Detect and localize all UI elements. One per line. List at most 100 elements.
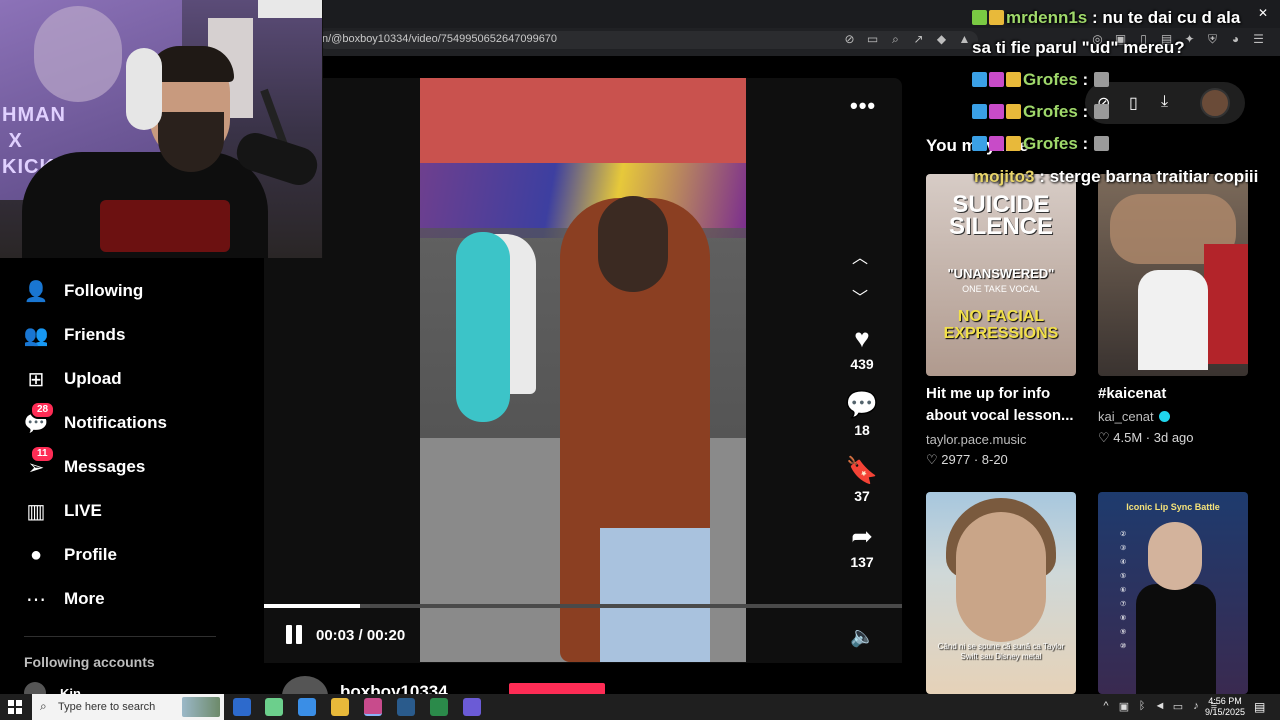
recommended-title[interactable]: Hit me up for info about vocal lesson... — [926, 383, 1086, 427]
share-button[interactable]: ➦ 137 — [836, 520, 888, 570]
steam-icon[interactable] — [397, 698, 415, 716]
chat-message: Grofes : — [972, 102, 1111, 122]
chat-badge-icon — [972, 136, 987, 151]
chat-emote-icon — [1094, 136, 1110, 151]
copilot-icon[interactable] — [265, 698, 283, 716]
profile-icon: ● — [29, 543, 43, 566]
tray-icon[interactable]: ▣ — [1118, 700, 1130, 713]
webcam-headset — [126, 48, 162, 130]
phone-icon[interactable]: ▯ — [1129, 93, 1138, 113]
notification-icon[interactable]: ▤ — [1254, 700, 1265, 714]
recommended-thumbnail[interactable] — [1098, 174, 1248, 376]
sidebar-item-following[interactable]: 👤 Following — [22, 277, 144, 305]
chat-text: : — [1082, 134, 1089, 153]
menu-icon[interactable]: ☰ — [1251, 32, 1266, 47]
comment-button[interactable]: 💬 18 — [836, 388, 888, 438]
excel-icon[interactable] — [430, 698, 448, 716]
recommended-thumbnail[interactable]: Iconic Lip Sync Battle ②③④⑤⑥⑦⑧⑨⑩ — [1098, 492, 1248, 694]
thumbnail-caption: NO FACIAL EXPRESSIONS — [943, 308, 1059, 342]
notifications-icon: 💬 28 — [22, 401, 56, 437]
chat-badge-icon — [972, 104, 987, 119]
like-button[interactable]: ♥ 439 — [836, 322, 888, 372]
recommended-meta: ♡ 2977 · 8-20 — [926, 452, 1008, 467]
webcam-person-shirt — [100, 200, 230, 252]
chat-username[interactable]: mrdenn1s — [1006, 8, 1087, 27]
sidebar-item-messages[interactable]: ➢ 11 Messages — [22, 445, 145, 481]
recommended-title[interactable]: #kaicenat — [1098, 383, 1258, 405]
video-scene-person-jeans — [600, 528, 710, 662]
pause-icon[interactable] — [286, 625, 306, 645]
zoom-icon[interactable]: ⌕ — [888, 32, 903, 47]
user-avatar[interactable] — [1200, 88, 1230, 118]
save-button[interactable]: 🔖 37 — [836, 454, 888, 504]
taskbar-search[interactable]: ⌕ Type here to search — [32, 694, 224, 720]
recommended-thumbnail[interactable]: Când ni se spune că sună ca Taylor Swift… — [926, 492, 1076, 694]
chat-badge-icon — [972, 10, 987, 25]
following-accounts-header: Following accounts — [24, 654, 155, 670]
chat-badge-icon — [1006, 72, 1021, 87]
video-progress-bar[interactable] — [264, 604, 902, 608]
sidebar-item-label: LIVE — [64, 501, 102, 520]
chat-badge-icon — [989, 72, 1004, 87]
alert-icon[interactable]: ▲ — [957, 32, 972, 47]
recommended-thumbnail[interactable]: SUICIDE SILENCE "UNANSWERED" ONE TAKE VO… — [926, 174, 1076, 376]
chat-badge-icon — [1006, 136, 1021, 151]
chat-text: : — [1082, 102, 1089, 121]
chat-username[interactable]: Grofes — [1023, 134, 1078, 153]
extension-icon[interactable]: ◕ — [1228, 32, 1243, 47]
taskbar-clock[interactable]: 4:56 PM 9/15/2025 — [1196, 696, 1254, 718]
shield-icon[interactable]: ⛨ — [1205, 32, 1220, 47]
chevron-down-icon[interactable]: ﹀ — [852, 284, 868, 308]
speaker-icon[interactable]: ◄ — [1154, 700, 1166, 713]
volume-icon[interactable]: 🔈 — [850, 624, 875, 649]
chat-badge-icon — [972, 72, 987, 87]
cast-icon[interactable]: ▭ — [865, 32, 880, 47]
recommended-author[interactable]: taylor.pace.music — [926, 432, 1026, 447]
sidebar-item-profile[interactable]: ● Profile — [22, 541, 117, 569]
chevron-up-icon[interactable]: ^ — [1100, 700, 1112, 713]
sidebar-item-live[interactable]: ▥ LIVE — [22, 497, 102, 525]
start-button[interactable] — [8, 700, 22, 714]
no-tracking-icon[interactable]: ⊘ — [842, 32, 857, 47]
chat-username[interactable]: Grofes — [1023, 70, 1078, 89]
edge-icon[interactable] — [298, 698, 316, 716]
bluetooth-icon[interactable]: ᛒ — [1136, 700, 1148, 713]
thumbnail-person-face — [1148, 522, 1202, 590]
chevron-up-icon[interactable]: ︿ — [852, 244, 868, 268]
video-frame[interactable] — [420, 78, 746, 662]
recommended-author[interactable]: kai_cenat — [1098, 409, 1170, 424]
chat-emote-icon — [1094, 72, 1110, 87]
more-options-icon[interactable]: ••• — [850, 93, 876, 119]
thumbnail-subtitle: ONE TAKE VOCAL — [962, 284, 1040, 294]
sidebar-item-upload[interactable]: ⊞ Upload — [22, 365, 122, 393]
chat-username[interactable]: Grofes — [1023, 102, 1078, 121]
share-icon[interactable]: ↗ — [911, 32, 926, 47]
chat-badge-icon — [989, 104, 1004, 119]
thumbnail-caption: Când ni se spune că sună ca Taylor Swift… — [937, 642, 1065, 661]
chat-text: : sterge barna traitiar copiii — [1039, 167, 1259, 186]
taskbar: ⌕ Type here to search ^ ▣ ᛒ ◄ ▭ ♪ ≡ 4:56… — [0, 694, 1280, 720]
chat-message: mojito3 : sterge barna traitiar copiii — [974, 167, 1258, 187]
sidebar-item-notifications[interactable]: 💬 28 Notifications — [22, 401, 167, 437]
file-explorer-icon[interactable] — [331, 698, 349, 716]
sidebar-item-label: Profile — [64, 545, 117, 564]
chat-username[interactable]: mojito3 — [974, 167, 1034, 186]
share-count: 137 — [850, 554, 874, 570]
clock-date: 9/15/2025 — [1204, 707, 1246, 717]
recommended-date: 3d ago — [1153, 430, 1194, 445]
chat-badge-icon — [989, 136, 1004, 151]
sidebar-item-label: Following — [64, 281, 144, 300]
browser-icon[interactable] — [364, 698, 382, 716]
extension-icon[interactable]: ◆ — [934, 32, 949, 47]
video-scene-person-head — [598, 196, 668, 292]
close-icon[interactable]: ✕ — [1258, 6, 1268, 20]
video-progress-fill — [264, 604, 360, 608]
chat-text: : — [1082, 70, 1089, 89]
task-view-icon[interactable] — [233, 698, 251, 716]
sidebar-item-more[interactable]: ⋯ More — [22, 585, 105, 613]
sidebar-item-label: Upload — [64, 369, 122, 388]
download-icon[interactable]: ⤓ — [1161, 93, 1168, 111]
network-icon[interactable]: ▭ — [1172, 700, 1184, 713]
discord-icon[interactable] — [463, 698, 481, 716]
sidebar-item-friends[interactable]: 👥 Friends — [22, 321, 126, 349]
